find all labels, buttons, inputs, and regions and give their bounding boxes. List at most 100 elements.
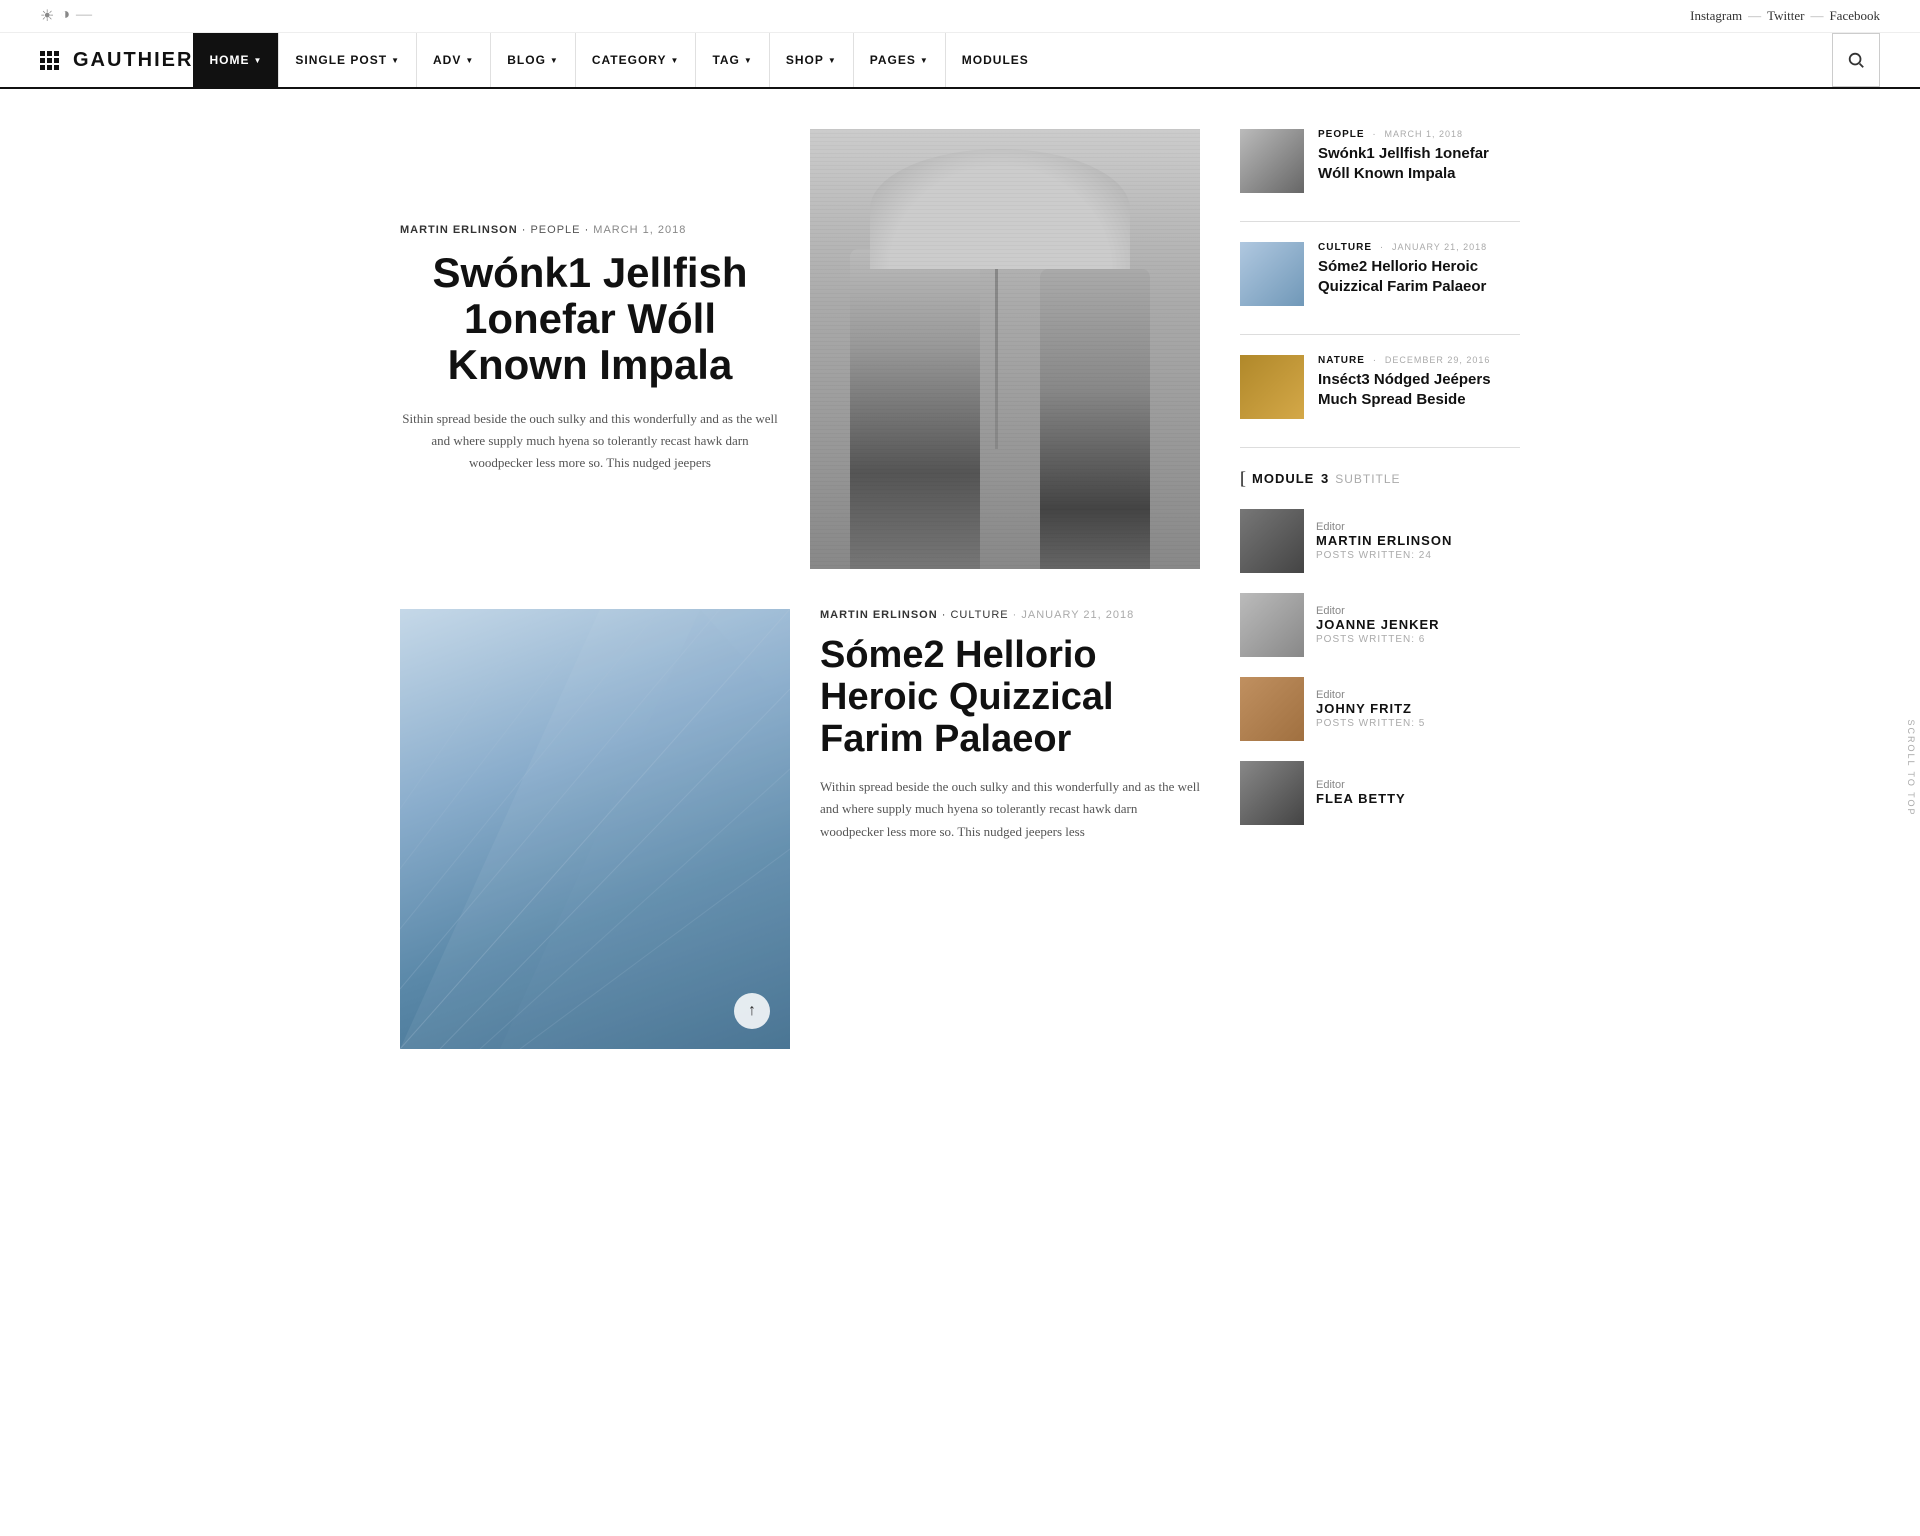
sidebar-date-1: MARCH 1, 2018 [1384, 129, 1463, 139]
sidebar: PEOPLE · MARCH 1, 2018 Swónk1 Jellfish 1… [1240, 89, 1520, 1049]
editor-3-info: Editor JOHNY FRITZ POSTS WRITTEN: 5 [1316, 689, 1520, 729]
nav-adv[interactable]: ADV ▼ [417, 33, 491, 87]
sidebar-post-3-cat: NATURE · DECEMBER 29, 2016 [1318, 355, 1520, 366]
sidebar-post-3-info: NATURE · DECEMBER 29, 2016 Inséct3 Nódge… [1318, 355, 1520, 409]
post-1-author[interactable]: MARTIN ERLINSON [400, 224, 518, 236]
module-title: MODULE 3 [1252, 471, 1329, 486]
sidebar-divider-3 [1240, 447, 1520, 448]
post-1-excerpt: Sithin spread beside the ouch sulky and … [400, 408, 780, 474]
editor-1-info: Editor MARTIN ERLINSON POSTS WRITTEN: 24 [1316, 521, 1520, 561]
sidebar-post-1: PEOPLE · MARCH 1, 2018 Swónk1 Jellfish 1… [1240, 129, 1520, 193]
sidebar-post-2-cat: CULTURE · JANUARY 21, 2018 [1318, 242, 1520, 253]
moon-icon[interactable]: ◑ [60, 6, 70, 26]
sidebar-post-2: CULTURE · JANUARY 21, 2018 Sóme2 Hellori… [1240, 242, 1520, 306]
editor-3: Editor JOHNY FRITZ POSTS WRITTEN: 5 [1240, 677, 1520, 741]
top-bar: ☀ ◑ — Instagram — Twitter — Facebook [0, 0, 1920, 33]
nav-items: HOME ▼ SINGLE POST ▼ ADV ▼ BLOG ▼ CATEGO… [193, 33, 1044, 87]
nav-pages[interactable]: PAGES ▼ [854, 33, 946, 87]
editor-1-posts: POSTS WRITTEN: 24 [1316, 550, 1520, 561]
dash-icon: — [76, 6, 92, 26]
search-button[interactable] [1832, 33, 1880, 87]
sidebar-divider-1 [1240, 221, 1520, 222]
editor-2: Editor JOANNE JENKER POSTS WRITTEN: 6 [1240, 593, 1520, 657]
post-1-image[interactable]: ↑ Sithin spread beside the ouch su this … [810, 129, 1200, 569]
nav-blog[interactable]: BLOG ▼ [491, 33, 576, 87]
post-2: ↑ MARTIN ERLINSON · CULTURE · JANUARY 21… [400, 609, 1200, 1049]
post-1-title[interactable]: Swónk1 Jellfish 1onefar Wóll Known Impal… [400, 250, 780, 389]
editor-4: Editor FLEA BETTY [1240, 761, 1520, 825]
sidebar-post-1-info: PEOPLE · MARCH 1, 2018 Swónk1 Jellfish 1… [1318, 129, 1520, 183]
sidebar-post-3-title[interactable]: Inséct3 Nódged Jeépers Much Spread Besid… [1318, 370, 1520, 409]
sidebar-thumb-2[interactable] [1240, 242, 1304, 306]
nav-category[interactable]: CATEGORY ▼ [576, 33, 697, 87]
post-1-category[interactable]: PEOPLE [530, 224, 580, 236]
scroll-to-top-button[interactable]: SCROLL TO TOP [1902, 709, 1920, 826]
theme-icons: ☀ ◑ — [40, 6, 92, 26]
module-subtitle: SUBTITLE [1335, 472, 1400, 486]
search-icon [1847, 51, 1865, 69]
nav-tag-arrow: ▼ [744, 56, 753, 65]
sidebar-post-3: NATURE · DECEMBER 29, 2016 Inséct3 Nódge… [1240, 355, 1520, 419]
nav-modules[interactable]: MODULES [946, 33, 1045, 87]
post-2-excerpt: Within spread beside the ouch sulky and … [820, 776, 1200, 842]
editor-1-name[interactable]: MARTIN ERLINSON [1316, 533, 1520, 548]
nav-single-post-arrow: ▼ [391, 56, 400, 65]
post-2-text: MARTIN ERLINSON · CULTURE · JANUARY 21, … [790, 609, 1200, 1049]
module-header: [ MODULE 3 SUBTITLE [1240, 468, 1520, 489]
top-bar-left: ☀ ◑ — [40, 6, 92, 26]
editor-2-role: Editor [1316, 605, 1520, 617]
sidebar-divider-2 [1240, 334, 1520, 335]
post-2-scroll-arrow[interactable]: ↑ [734, 993, 770, 1029]
facebook-link[interactable]: Facebook [1829, 8, 1880, 24]
social-sep-2: — [1810, 8, 1823, 24]
editor-4-avatar[interactable] [1240, 761, 1304, 825]
sidebar-post-1-title[interactable]: Swónk1 Jellfish 1onefar Wóll Known Impal… [1318, 144, 1520, 183]
nav-shop-arrow: ▼ [828, 56, 837, 65]
sidebar-date-2: JANUARY 21, 2018 [1392, 242, 1487, 252]
nav-pages-arrow: ▼ [920, 56, 929, 65]
post-2-author[interactable]: MARTIN ERLINSON [820, 609, 938, 621]
post-2-meta: MARTIN ERLINSON · CULTURE · JANUARY 21, … [820, 609, 1200, 621]
editor-2-avatar[interactable] [1240, 593, 1304, 657]
editor-2-posts: POSTS WRITTEN: 6 [1316, 634, 1520, 645]
sidebar-cat-3-label[interactable]: NATURE [1318, 355, 1365, 366]
sun-icon[interactable]: ☀ [40, 6, 54, 26]
nav-tag[interactable]: TAG ▼ [696, 33, 769, 87]
post-1-meta: MARTIN ERLINSON · PEOPLE · MARCH 1, 2018 [400, 224, 780, 236]
twitter-link[interactable]: Twitter [1767, 8, 1804, 24]
editor-2-name[interactable]: JOANNE JENKER [1316, 617, 1520, 632]
post-1-left: MARTIN ERLINSON · PEOPLE · MARCH 1, 2018… [400, 129, 810, 569]
sidebar-cat-2-label[interactable]: CULTURE [1318, 242, 1372, 253]
module-bracket: [ [1240, 468, 1246, 489]
sidebar-thumb-3[interactable] [1240, 355, 1304, 419]
page-wrapper: MARTIN ERLINSON · PEOPLE · MARCH 1, 2018… [380, 89, 1540, 1049]
nav-shop[interactable]: SHOP ▼ [770, 33, 854, 87]
logo-grid-icon [40, 51, 59, 70]
sidebar-thumb-1[interactable] [1240, 129, 1304, 193]
social-sep-1: — [1748, 8, 1761, 24]
editor-1-avatar[interactable] [1240, 509, 1304, 573]
site-logo[interactable]: GAUTHIER [73, 49, 193, 72]
sidebar-post-2-info: CULTURE · JANUARY 21, 2018 Sóme2 Hellori… [1318, 242, 1520, 296]
sidebar-post-2-title[interactable]: Sóme2 Hellorio Heroic Quizzical Farim Pa… [1318, 257, 1520, 296]
post-2-image[interactable]: ↑ [400, 609, 790, 1049]
editor-3-name[interactable]: JOHNY FRITZ [1316, 701, 1520, 716]
editor-4-role: Editor [1316, 779, 1520, 791]
editor-4-name[interactable]: FLEA BETTY [1316, 791, 1520, 806]
post-2-category[interactable]: CULTURE [950, 609, 1008, 621]
instagram-link[interactable]: Instagram [1690, 8, 1742, 24]
editor-3-avatar[interactable] [1240, 677, 1304, 741]
editor-3-posts: POSTS WRITTEN: 5 [1316, 718, 1520, 729]
sidebar-cat-1-label[interactable]: PEOPLE [1318, 129, 1365, 140]
nav-home-arrow: ▼ [253, 56, 262, 65]
post-1-date: MARCH 1, 2018 [593, 224, 686, 236]
post-1: MARTIN ERLINSON · PEOPLE · MARCH 1, 2018… [400, 129, 1200, 569]
sidebar-date-3: DECEMBER 29, 2016 [1385, 355, 1491, 365]
editor-1: Editor MARTIN ERLINSON POSTS WRITTEN: 24 [1240, 509, 1520, 573]
editor-2-info: Editor JOANNE JENKER POSTS WRITTEN: 6 [1316, 605, 1520, 645]
nav-category-arrow: ▼ [671, 56, 680, 65]
nav-home[interactable]: HOME ▼ [193, 33, 279, 87]
post-2-title[interactable]: Sóme2 Hellorio Heroic Quizzical Farim Pa… [820, 635, 1200, 760]
nav-single-post[interactable]: SINGLE POST ▼ [279, 33, 417, 87]
editor-4-info: Editor FLEA BETTY [1316, 779, 1520, 808]
